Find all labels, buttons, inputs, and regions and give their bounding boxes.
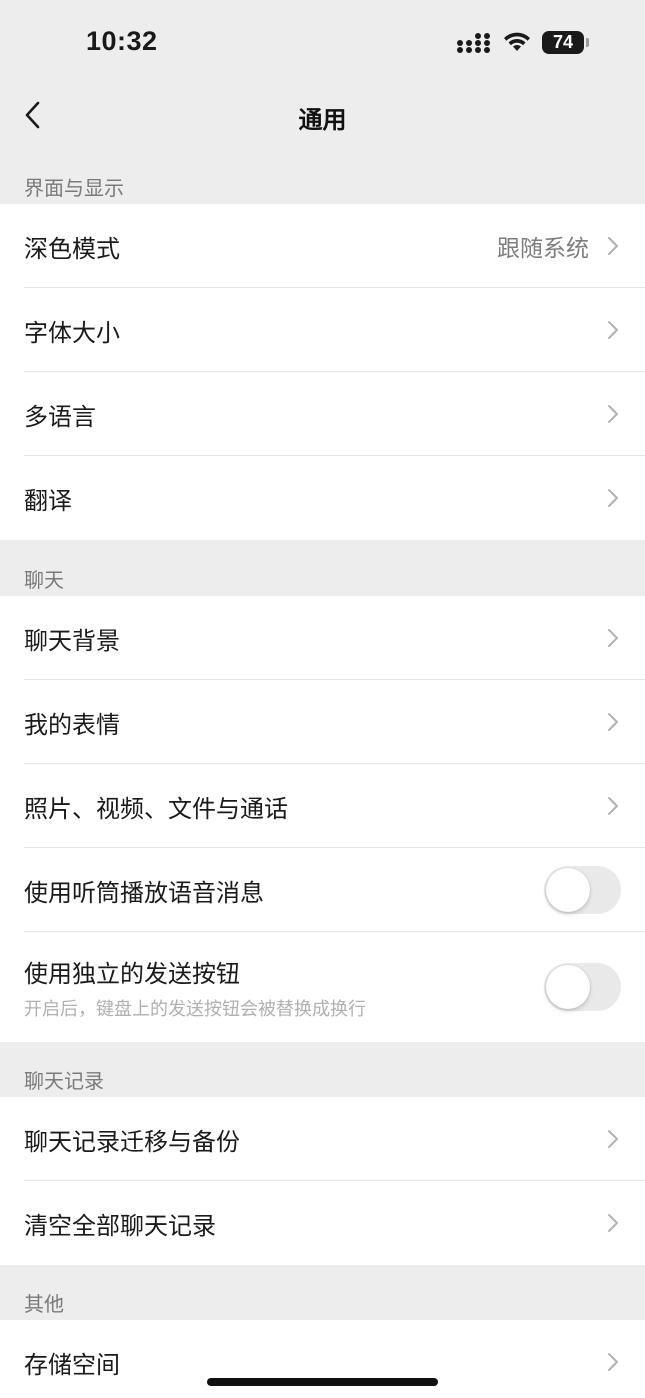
chevron-right-icon xyxy=(608,629,618,647)
status-bar: 10:32 74 xyxy=(0,0,645,88)
nav-bar: 通用 xyxy=(0,88,645,142)
setting-font-size[interactable]: 字体大小 xyxy=(0,288,645,372)
setting-dark-mode[interactable]: 深色模式 跟随系统 xyxy=(0,204,645,288)
status-time: 10:32 xyxy=(86,26,158,56)
cellular-signal-icon xyxy=(457,33,490,53)
setting-label: 我的表情 xyxy=(24,710,120,739)
setting-description: 开启后，键盘上的发送按钮会被替换成换行 xyxy=(24,998,366,1020)
setting-storage[interactable]: 存储空间 xyxy=(0,1320,645,1398)
wifi-icon xyxy=(504,32,530,51)
toggle-knob xyxy=(546,965,590,1009)
chevron-right-icon xyxy=(608,321,618,339)
battery-nub xyxy=(586,38,589,47)
setting-history-clear[interactable]: 清空全部聊天记录 xyxy=(0,1181,645,1265)
setting-history-migrate[interactable]: 聊天记录迁移与备份 xyxy=(0,1097,645,1181)
group-chat: 聊天背景 我的表情 照片、视频、文件与通话 使用听筒播放语音消息 使用独立的发送… xyxy=(0,596,645,1042)
chevron-right-icon xyxy=(608,713,618,731)
earpiece-toggle[interactable] xyxy=(544,866,621,914)
chevron-right-icon xyxy=(608,237,618,255)
battery-icon: 74 xyxy=(542,31,584,54)
setting-label: 多语言 xyxy=(24,402,96,431)
send-button-toggle[interactable] xyxy=(544,963,621,1011)
section-header-history: 聊天记录 xyxy=(24,1069,104,1093)
toggle-knob xyxy=(546,868,590,912)
setting-label: 深色模式 xyxy=(24,234,120,263)
setting-value: 跟随系统 xyxy=(497,236,589,262)
section-header-display: 界面与显示 xyxy=(24,176,124,200)
chevron-right-icon xyxy=(608,405,618,423)
setting-media-calls[interactable]: 照片、视频、文件与通话 xyxy=(0,764,645,848)
battery-level: 74 xyxy=(552,32,574,52)
setting-text: 使用独立的发送按钮 开启后，键盘上的发送按钮会被替换成换行 xyxy=(24,954,366,1021)
chevron-right-icon xyxy=(608,797,618,815)
setting-label: 使用听筒播放语音消息 xyxy=(24,878,264,907)
home-indicator[interactable] xyxy=(207,1378,438,1386)
group-display: 深色模式 跟随系统 字体大小 多语言 翻译 xyxy=(0,204,645,540)
chevron-right-icon xyxy=(608,1353,618,1371)
section-header-chat: 聊天 xyxy=(24,568,64,592)
setting-label: 翻译 xyxy=(24,486,72,515)
section-header-other: 其他 xyxy=(24,1292,64,1316)
setting-language[interactable]: 多语言 xyxy=(0,372,645,456)
setting-my-stickers[interactable]: 我的表情 xyxy=(0,680,645,764)
setting-translate[interactable]: 翻译 xyxy=(0,456,645,540)
setting-label: 照片、视频、文件与通话 xyxy=(24,794,288,823)
setting-label: 使用独立的发送按钮 xyxy=(24,959,240,988)
chevron-right-icon xyxy=(608,1130,618,1148)
page-title: 通用 xyxy=(298,106,347,134)
chevron-right-icon xyxy=(608,489,618,507)
setting-label: 存储空间 xyxy=(24,1350,120,1379)
group-history: 聊天记录迁移与备份 清空全部聊天记录 xyxy=(0,1097,645,1265)
group-other: 存储空间 xyxy=(0,1320,645,1398)
setting-earpiece-playback: 使用听筒播放语音消息 xyxy=(0,848,645,932)
setting-label: 清空全部聊天记录 xyxy=(24,1211,216,1240)
setting-chat-background[interactable]: 聊天背景 xyxy=(0,596,645,680)
setting-send-button: 使用独立的发送按钮 开启后，键盘上的发送按钮会被替换成换行 xyxy=(0,932,645,1042)
setting-label: 聊天背景 xyxy=(24,626,120,655)
chevron-right-icon xyxy=(608,1214,618,1232)
setting-label: 字体大小 xyxy=(24,318,120,347)
setting-label: 聊天记录迁移与备份 xyxy=(24,1127,240,1156)
